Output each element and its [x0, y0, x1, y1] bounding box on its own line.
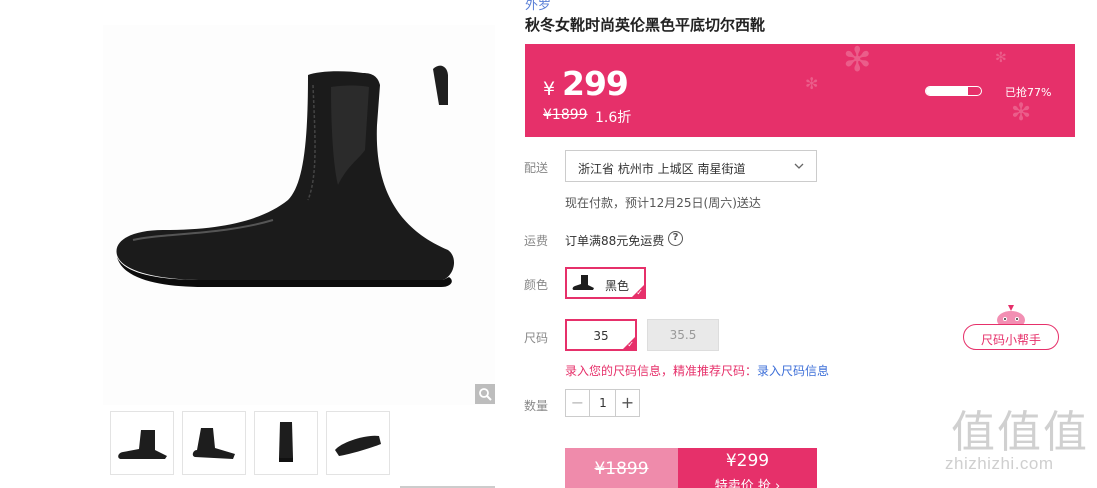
sold-progress-fill — [926, 87, 969, 95]
size-option-35[interactable]: 35 ✓ — [565, 319, 637, 351]
chevron-down-icon — [794, 159, 804, 176]
thumbnail-angle-view[interactable] — [182, 411, 246, 475]
size-prompt: 录入您的尺码信息，精准推荐尺码：录入尺码信息 — [565, 362, 829, 379]
watermark-glyphs: 值值值 — [951, 407, 1089, 458]
size-helper-button[interactable]: 尺码小帮手 — [963, 324, 1059, 350]
color-option-black[interactable]: 黑色 ✓ — [565, 267, 646, 299]
sold-progress-bar — [925, 86, 982, 96]
check-icon: ✓ — [627, 340, 634, 349]
original-price: ¥1899 — [543, 107, 588, 123]
quantity-value[interactable]: 1 — [590, 390, 616, 416]
delivery-estimate: 现在付款，预计12月25日(周六)送达 — [565, 196, 761, 210]
color-option-label: 黑色 — [605, 279, 630, 293]
snowflake-icon: ✻ — [1011, 98, 1032, 126]
thumbnail-back-view[interactable] — [254, 411, 318, 475]
size-label: 尺码 — [524, 331, 549, 345]
buy-now-button[interactable]: ¥299 特卖价 抢 › — [678, 448, 817, 488]
discount-label: 1.6折 — [595, 110, 632, 126]
currency-symbol: ¥ — [543, 78, 556, 100]
thumbnail-lying-view[interactable] — [326, 411, 390, 475]
shipping-text: 订单满88元免运费 — [565, 234, 665, 248]
delivery-label: 配送 — [524, 161, 549, 175]
brand-name[interactable]: 外罗 — [525, 0, 551, 13]
address-select[interactable]: 浙江省 杭州市 上城区 南星街道 — [565, 150, 817, 182]
help-icon[interactable]: ? — [668, 231, 683, 246]
sold-progress-label: 已抢77% — [1005, 86, 1052, 99]
buy-original-price-button[interactable]: ¥1899 — [565, 448, 678, 488]
zoom-button[interactable] — [475, 384, 495, 404]
search-icon — [479, 388, 492, 401]
main-product-image[interactable] — [103, 25, 495, 405]
size-option-35-5[interactable]: 35.5 — [647, 319, 719, 351]
watermark-site: zhizhizhi.com — [945, 454, 1054, 473]
watermark: 值值值 zhizhizhi.com — [945, 396, 1097, 488]
thumbnail-side-view[interactable] — [110, 411, 174, 475]
color-swatch-image — [572, 275, 594, 290]
snowflake-icon: ✻ — [843, 44, 872, 80]
buy-original-price: ¥1899 — [594, 459, 649, 479]
size-prompt-text: 录入您的尺码信息，精准推荐尺码： — [565, 364, 758, 378]
size-option-label: 35.5 — [669, 328, 697, 342]
quantity-stepper: − 1 + — [565, 389, 640, 417]
quantity-decrement-button[interactable]: − — [566, 390, 590, 416]
color-label: 颜色 — [524, 278, 549, 292]
thumbnail-strip — [110, 411, 390, 475]
snowflake-icon: ✻ — [995, 50, 1007, 66]
size-info-link[interactable]: 录入尺码信息 — [757, 364, 829, 378]
quantity-increment-button[interactable]: + — [615, 390, 639, 416]
size-helper-label: 尺码小帮手 — [980, 333, 1041, 347]
address-value: 浙江省 杭州市 上城区 南星街道 — [578, 162, 746, 176]
quantity-label: 数量 — [524, 399, 549, 413]
product-title: 秋冬女靴时尚英伦黑色平底切尔西靴 — [525, 16, 766, 34]
buy-now-price: ¥299 — [725, 451, 770, 471]
sale-price: 299 — [562, 64, 629, 103]
price-banner: ✻ ✻ ✻ ✻ ¥ 299 ¥1899 1.6折 已抢77% — [525, 44, 1075, 137]
buy-now-label: 特卖价 抢 › — [714, 479, 781, 488]
shipping-label: 运费 — [524, 234, 549, 248]
snowflake-icon: ✻ — [805, 74, 819, 93]
check-icon: ✓ — [636, 288, 643, 297]
